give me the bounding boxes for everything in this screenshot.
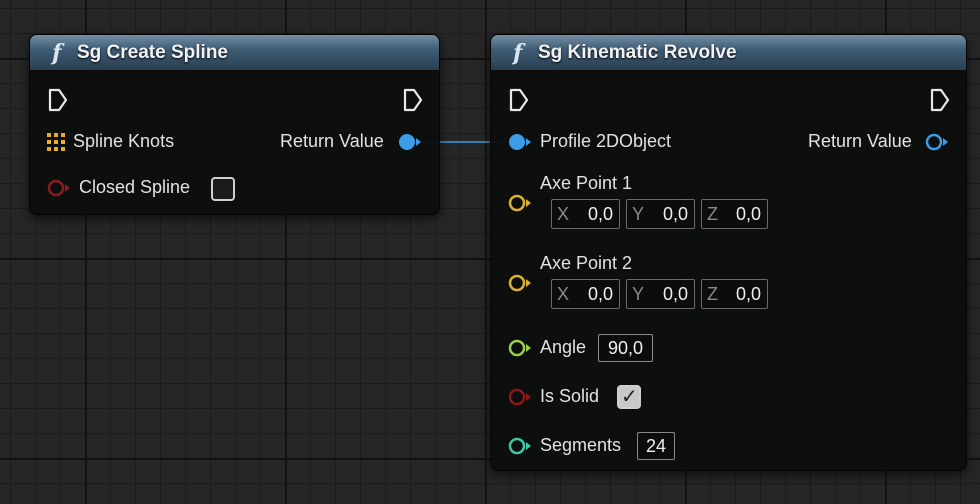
pin-label-closed-spline: Closed Spline [79,177,191,197]
axis-label-y: Y [632,203,645,224]
node-title: Sg Kinematic Revolve [538,41,737,63]
angle-in-pin-icon[interactable] [508,339,532,357]
node-header[interactable]: f Sg Create Spline [30,35,439,71]
angle-input[interactable]: 90,0 [598,334,653,362]
pin-label-axe-point-2: Axe Point 2 [540,253,633,273]
array-grid-icon[interactable] [47,133,65,151]
is-solid-in-pin-icon[interactable] [508,388,532,406]
axis-label-z: Z [707,203,718,224]
axis-value-z: 0,0 [735,283,761,304]
axe-point-2-in-pin-icon[interactable] [508,274,532,292]
axis-value-y: 0,0 [662,283,688,304]
function-icon: f [52,39,62,66]
closed-spline-in-pin-icon[interactable] [47,179,71,197]
function-icon: f [513,39,523,66]
axe-point-2-z-input[interactable]: Z 0,0 [701,279,768,309]
pin-label-profile: Profile 2DObject [540,131,672,151]
segments-in-pin-icon[interactable] [508,437,532,455]
axis-label-y: Y [632,283,645,304]
node-title: Sg Create Spline [77,41,228,63]
axis-value-x: 0,0 [587,203,613,224]
closed-spline-checkbox[interactable] [211,177,235,201]
return-value-out-pin-icon[interactable] [398,133,422,151]
profile-in-pin-icon[interactable] [508,133,532,151]
node-sg-kinematic-revolve[interactable]: f Sg Kinematic Revolve Profile 2DObject … [490,34,967,471]
axis-value-z: 0,0 [735,203,761,224]
pin-label-return-value: Return Value [808,131,912,151]
segments-input[interactable]: 24 [637,432,675,460]
axe-point-1-y-input[interactable]: Y 0,0 [626,199,695,229]
axis-value-y: 0,0 [662,203,688,224]
axe-point-1-z-input[interactable]: Z 0,0 [701,199,768,229]
axe-point-2-x-input[interactable]: X 0,0 [551,279,620,309]
node-header[interactable]: f Sg Kinematic Revolve [491,35,966,71]
pin-label-angle: Angle [540,337,587,357]
axis-value-x: 0,0 [587,283,613,304]
return-value-out-pin-icon[interactable] [925,133,949,151]
pin-label-axe-point-1: Axe Point 1 [540,173,633,193]
is-solid-checkbox[interactable] [617,384,641,409]
node-sg-create-spline[interactable]: f Sg Create Spline Spline Knots Return V… [29,34,440,215]
exec-in-pin-icon[interactable] [47,88,69,112]
pin-label-segments: Segments [540,435,622,455]
exec-out-pin-icon[interactable] [929,88,951,112]
exec-in-pin-icon[interactable] [508,88,530,112]
pin-label-spline-knots: Spline Knots [73,131,175,151]
axis-label-x: X [557,283,570,304]
axe-point-2-y-input[interactable]: Y 0,0 [626,279,695,309]
axe-point-1-x-input[interactable]: X 0,0 [551,199,620,229]
pin-label-return-value: Return Value [280,131,384,151]
axis-label-x: X [557,203,570,224]
exec-out-pin-icon[interactable] [402,88,424,112]
pin-label-is-solid: Is Solid [540,386,600,406]
axis-label-z: Z [707,283,718,304]
axe-point-1-in-pin-icon[interactable] [508,194,532,212]
